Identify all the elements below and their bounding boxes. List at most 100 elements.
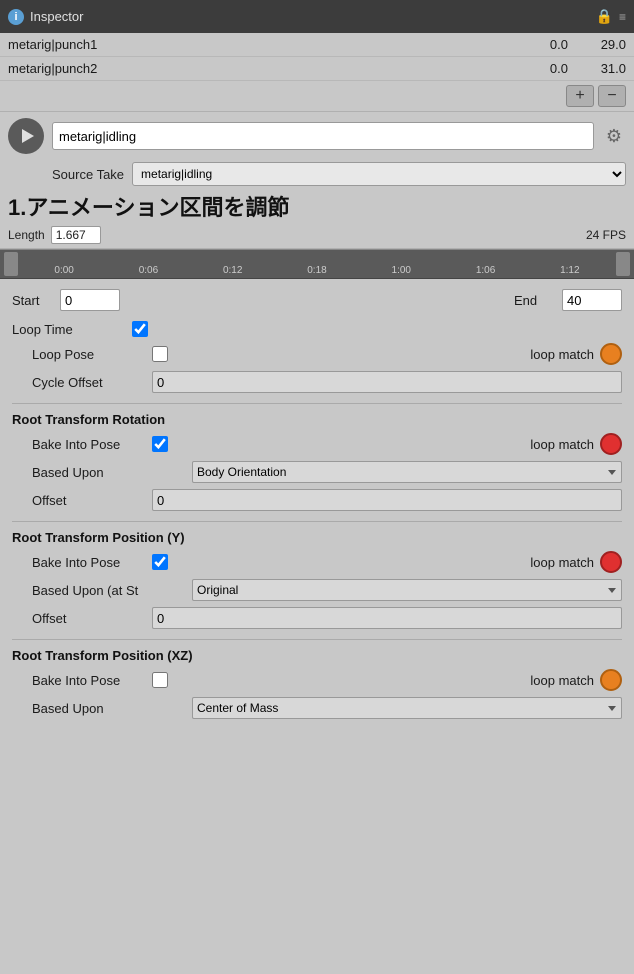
tick-2: 0:12 — [191, 265, 275, 276]
timeline-scroll-left[interactable] — [4, 252, 18, 276]
inspector-header: i Inspector 🔒 ≡ — [0, 0, 634, 33]
source-take-select[interactable]: metarig|idling — [132, 162, 626, 186]
end-input[interactable] — [562, 289, 622, 311]
pos-y-loop-dot — [600, 551, 622, 573]
root-rotation-group: Bake Into Pose loop match Based Upon Bod… — [12, 433, 622, 511]
root-position-xz-header: Root Transform Position (XZ) — [12, 648, 622, 663]
rotation-offset-label: Offset — [32, 493, 152, 508]
rotation-loop-dot — [600, 433, 622, 455]
add-punch-button[interactable]: + — [566, 85, 594, 107]
tick-4: 1:00 — [359, 265, 443, 276]
root-position-y-header: Root Transform Position (Y) — [12, 530, 622, 545]
punch-table: metarig|punch1 0.0 29.0 metarig|punch2 0… — [0, 33, 634, 112]
punch-name-2: metarig|punch2 — [8, 61, 516, 76]
punch-val2-2: 31.0 — [576, 61, 626, 76]
root-rotation-header: Root Transform Rotation — [12, 412, 622, 427]
cycle-offset-input[interactable] — [152, 371, 622, 393]
root-position-xz-group: Bake Into Pose loop match Based Upon Cen… — [12, 669, 622, 719]
loop-pose-checkbox[interactable] — [152, 346, 168, 362]
cycle-offset-row: Cycle Offset — [12, 371, 622, 393]
divider-2 — [12, 521, 622, 522]
start-input[interactable] — [60, 289, 120, 311]
pos-xz-loop-dot — [600, 669, 622, 691]
pos-xz-bake-label: Bake Into Pose — [32, 673, 152, 688]
gear-button[interactable]: ⚙ — [602, 124, 626, 148]
rotation-bake-row: Bake Into Pose loop match — [32, 433, 622, 455]
timeline-bar: 0:00 0:06 0:12 0:18 1:00 1:06 1:12 — [0, 249, 634, 279]
rotation-bake-label: Bake Into Pose — [32, 437, 152, 452]
punch-controls: + − — [0, 81, 634, 111]
pos-y-bake-right: loop match — [530, 551, 622, 573]
rotation-loop-match-label: loop match — [530, 437, 594, 452]
length-label: Length — [8, 228, 45, 242]
clip-area: ⚙ Source Take metarig|idling 1.アニメーション区間… — [0, 112, 634, 249]
clip-name-input[interactable] — [52, 122, 594, 150]
rotation-offset-row: Offset — [32, 489, 622, 511]
loop-time-row: Loop Time — [12, 321, 622, 337]
end-group: End — [514, 289, 622, 311]
pos-xz-bake-checkbox[interactable] — [152, 672, 168, 688]
tick-6: 1:12 — [528, 265, 612, 276]
start-label: Start — [12, 293, 52, 308]
pos-y-offset-row: Offset — [32, 607, 622, 629]
divider-1 — [12, 403, 622, 404]
cycle-offset-label: Cycle Offset — [32, 375, 152, 390]
source-take-label: Source Take — [52, 167, 124, 182]
info-icon: i — [8, 9, 24, 25]
timeline-ticks: 0:00 0:06 0:12 0:18 1:00 1:06 1:12 — [18, 252, 616, 276]
rotation-based-upon-select[interactable]: Body Orientation Original Root Node Rota… — [192, 461, 622, 483]
pos-xz-based-upon-label: Based Upon — [32, 701, 192, 716]
pos-xz-based-upon-select[interactable]: Center of Mass Body Orientation Original — [192, 697, 622, 719]
tick-0: 0:00 — [22, 265, 106, 276]
punch-val1-1: 0.0 — [516, 37, 576, 52]
pos-xz-bake-row: Bake Into Pose loop match — [32, 669, 622, 691]
remove-punch-button[interactable]: − — [598, 85, 626, 107]
fps-label: 24 FPS — [586, 228, 626, 242]
rotation-bake-checkbox[interactable] — [152, 436, 168, 452]
rotation-bake-right: loop match — [530, 433, 622, 455]
pos-xz-bake-right: loop match — [530, 669, 622, 691]
pos-y-based-upon-row: Based Upon (at St Original Body Orientat… — [32, 579, 622, 601]
punch-val1-2: 0.0 — [516, 61, 576, 76]
pos-y-offset-input[interactable] — [152, 607, 622, 629]
annotation-text: 1.アニメーション区間を調節 — [0, 190, 634, 224]
table-row: metarig|punch1 0.0 29.0 — [0, 33, 634, 57]
loop-pose-dot — [600, 343, 622, 365]
root-position-y-group: Bake Into Pose loop match Based Upon (at… — [12, 551, 622, 629]
start-end-row: Start End — [12, 289, 622, 311]
lock-icon[interactable]: 🔒 — [596, 8, 613, 25]
menu-icon[interactable]: ≡ — [619, 10, 626, 24]
tick-1: 0:06 — [106, 265, 190, 276]
loop-pose-label: Loop Pose — [32, 347, 152, 362]
pos-xz-based-upon-row: Based Upon Center of Mass Body Orientati… — [32, 697, 622, 719]
loop-pose-match-label: loop match — [530, 347, 594, 362]
pos-y-bake-checkbox[interactable] — [152, 554, 168, 570]
source-take-row: Source Take metarig|idling — [0, 160, 634, 190]
rotation-based-upon-label: Based Upon — [32, 465, 192, 480]
end-label: End — [514, 293, 554, 308]
timeline-scroll-right[interactable] — [616, 252, 630, 276]
inspector-title: Inspector — [30, 9, 83, 24]
clip-header: ⚙ — [0, 112, 634, 160]
loop-pose-right: loop match — [530, 343, 622, 365]
divider-3 — [12, 639, 622, 640]
pos-y-loop-match-label: loop match — [530, 555, 594, 570]
pos-y-bake-row: Bake Into Pose loop match — [32, 551, 622, 573]
loop-time-checkbox[interactable] — [132, 321, 148, 337]
rotation-based-upon-row: Based Upon Body Orientation Original Roo… — [32, 461, 622, 483]
punch-name-1: metarig|punch1 — [8, 37, 516, 52]
tick-5: 1:06 — [443, 265, 527, 276]
punch-val2-1: 29.0 — [576, 37, 626, 52]
pos-y-based-upon-select[interactable]: Original Body Orientation Center of Mass — [192, 579, 622, 601]
play-button[interactable] — [8, 118, 44, 154]
table-row: metarig|punch2 0.0 31.0 — [0, 57, 634, 81]
main-content: Start End Loop Time Loop Pose loop match… — [0, 279, 634, 735]
tick-3: 0:18 — [275, 265, 359, 276]
length-value: 1.667 — [51, 226, 101, 244]
length-fps-row: Length 1.667 24 FPS — [0, 224, 634, 248]
pos-y-based-upon-label: Based Upon (at St — [32, 583, 192, 598]
loop-time-label: Loop Time — [12, 322, 132, 337]
rotation-offset-input[interactable] — [152, 489, 622, 511]
pos-y-bake-label: Bake Into Pose — [32, 555, 152, 570]
loop-pose-row: Loop Pose loop match — [12, 343, 622, 365]
